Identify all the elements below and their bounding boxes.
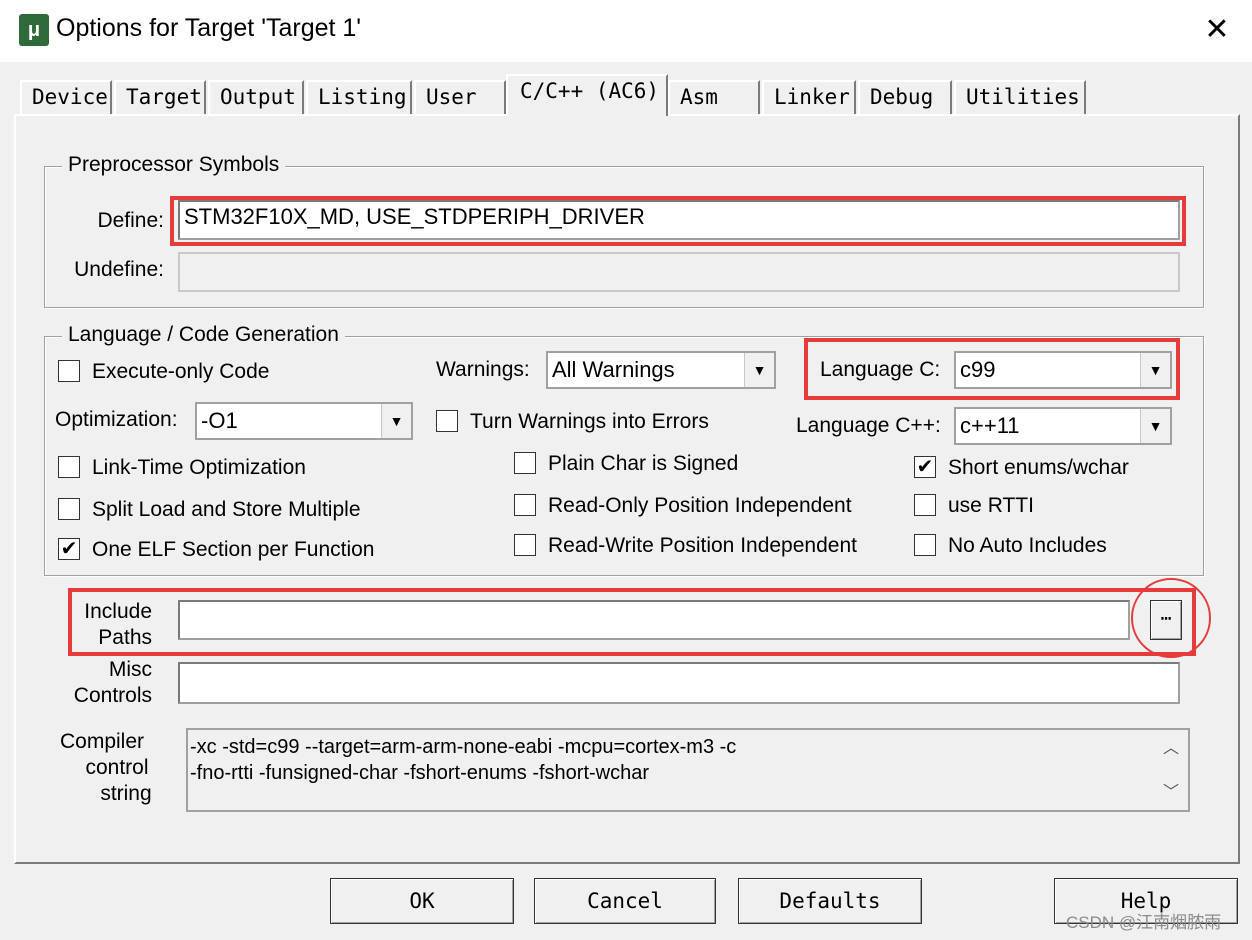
split-load-store-checkbox[interactable]: [58, 498, 80, 520]
misc-controls-field[interactable]: [178, 662, 1180, 704]
app-icon: μ: [19, 14, 49, 46]
language-cpp-value: c++11: [960, 413, 1020, 438]
rw-pos-indep-checkbox[interactable]: [514, 534, 536, 556]
optimization-select[interactable]: -O1 ▼: [195, 402, 413, 440]
include-paths-browse-button[interactable]: ⋯: [1150, 600, 1182, 640]
warnings-label: Warnings:: [436, 358, 530, 381]
tab-utilities[interactable]: Utilities: [954, 80, 1086, 114]
turn-warnings-errors-checkbox[interactable]: [436, 410, 458, 432]
warnings-select[interactable]: All Warnings ▼: [546, 351, 776, 389]
include-paths-label-line1: Include: [84, 600, 152, 623]
compiler-string-scrollbar[interactable]: ︿ ﹀: [1154, 730, 1188, 810]
watermark-text: CSDN @江南烟脓雨: [1066, 913, 1222, 932]
turn-warnings-errors-label: Turn Warnings into Errors: [470, 410, 709, 433]
misc-controls-label-line1: Misc: [108, 658, 152, 681]
link-time-opt-label: Link-Time Optimization: [92, 456, 306, 479]
one-elf-section-checkbox[interactable]: ✔: [58, 538, 80, 560]
tab-user[interactable]: User: [414, 80, 506, 114]
compiler-string-line2: -fno-rtti -funsigned-char -fshort-enums …: [190, 762, 650, 784]
no-auto-includes-label: No Auto Includes: [948, 534, 1107, 557]
tab-target[interactable]: Target: [114, 80, 206, 114]
language-c-value: c99: [960, 357, 996, 382]
compiler-string-label-line3: string: [100, 782, 152, 805]
cancel-button[interactable]: Cancel: [534, 878, 716, 924]
ok-button[interactable]: OK: [330, 878, 514, 924]
chevron-down-icon[interactable]: ▼: [1140, 409, 1170, 443]
include-paths-label-line2: Paths: [98, 626, 152, 649]
defaults-button[interactable]: Defaults: [738, 878, 922, 924]
tab-debug[interactable]: Debug: [858, 80, 952, 114]
use-rtti-label: use RTTI: [948, 494, 1034, 517]
compiler-string-line1: -xc -std=c99 --target=arm-arm-none-eabi …: [190, 736, 737, 758]
tab-c-cpp-ac6[interactable]: C/C++ (AC6): [506, 74, 668, 116]
use-rtti-checkbox[interactable]: [914, 494, 936, 516]
chevron-down-icon[interactable]: ﹀: [1154, 778, 1188, 808]
warnings-value: All Warnings: [552, 357, 675, 382]
window-title: Options for Target 'Target 1': [56, 14, 362, 42]
compiler-string-box[interactable]: -xc -std=c99 --target=arm-arm-none-eabi …: [186, 728, 1190, 812]
misc-controls-label-line2: Controls: [73, 684, 152, 707]
execute-only-checkbox[interactable]: [58, 360, 80, 382]
language-c-select[interactable]: c99 ▼: [954, 351, 1172, 389]
split-load-store-label: Split Load and Store Multiple: [92, 498, 361, 521]
include-paths-field[interactable]: [178, 600, 1130, 640]
tab-output[interactable]: Output: [208, 80, 304, 114]
close-button[interactable]: ✕: [1195, 10, 1239, 50]
tab-device[interactable]: Device: [20, 80, 112, 114]
chevron-down-icon[interactable]: ▼: [1140, 353, 1170, 387]
optimization-label: Optimization:: [55, 408, 178, 431]
execute-only-label: Execute-only Code: [92, 360, 270, 383]
chevron-up-icon[interactable]: ︿: [1154, 734, 1188, 764]
plain-char-signed-checkbox[interactable]: [514, 452, 536, 474]
tab-listing[interactable]: Listing: [306, 80, 412, 114]
tab-linker[interactable]: Linker: [762, 80, 856, 114]
plain-char-signed-label: Plain Char is Signed: [548, 452, 739, 475]
define-label: Define:: [97, 209, 164, 232]
ro-pos-indep-checkbox[interactable]: [514, 494, 536, 516]
language-group-title: Language / Code Generation: [62, 323, 345, 347]
link-time-opt-checkbox[interactable]: [58, 456, 80, 478]
language-cpp-select[interactable]: c++11 ▼: [954, 407, 1172, 445]
compiler-string-label-line2: control: [85, 756, 149, 779]
chevron-down-icon[interactable]: ▼: [744, 353, 774, 387]
language-c-label: Language C:: [820, 358, 941, 381]
preprocessor-group-title: Preprocessor Symbols: [62, 153, 286, 177]
short-enums-label: Short enums/wchar: [948, 456, 1129, 479]
ro-pos-indep-label: Read-Only Position Independent: [548, 494, 852, 517]
short-enums-checkbox[interactable]: ✔: [914, 456, 936, 478]
rw-pos-indep-label: Read-Write Position Independent: [548, 534, 857, 557]
undefine-label: Undefine:: [74, 258, 164, 281]
define-field[interactable]: STM32F10X_MD, USE_STDPERIPH_DRIVER: [178, 200, 1180, 240]
language-cpp-label: Language C++:: [796, 414, 941, 437]
undefine-field[interactable]: [178, 252, 1180, 292]
tab-asm[interactable]: Asm: [668, 80, 760, 114]
no-auto-includes-checkbox[interactable]: [914, 534, 936, 556]
chevron-down-icon[interactable]: ▼: [381, 404, 411, 438]
one-elf-section-label: One ELF Section per Function: [92, 538, 375, 561]
compiler-string-label-line1: Compiler: [59, 730, 145, 753]
optimization-value: -O1: [201, 408, 238, 433]
